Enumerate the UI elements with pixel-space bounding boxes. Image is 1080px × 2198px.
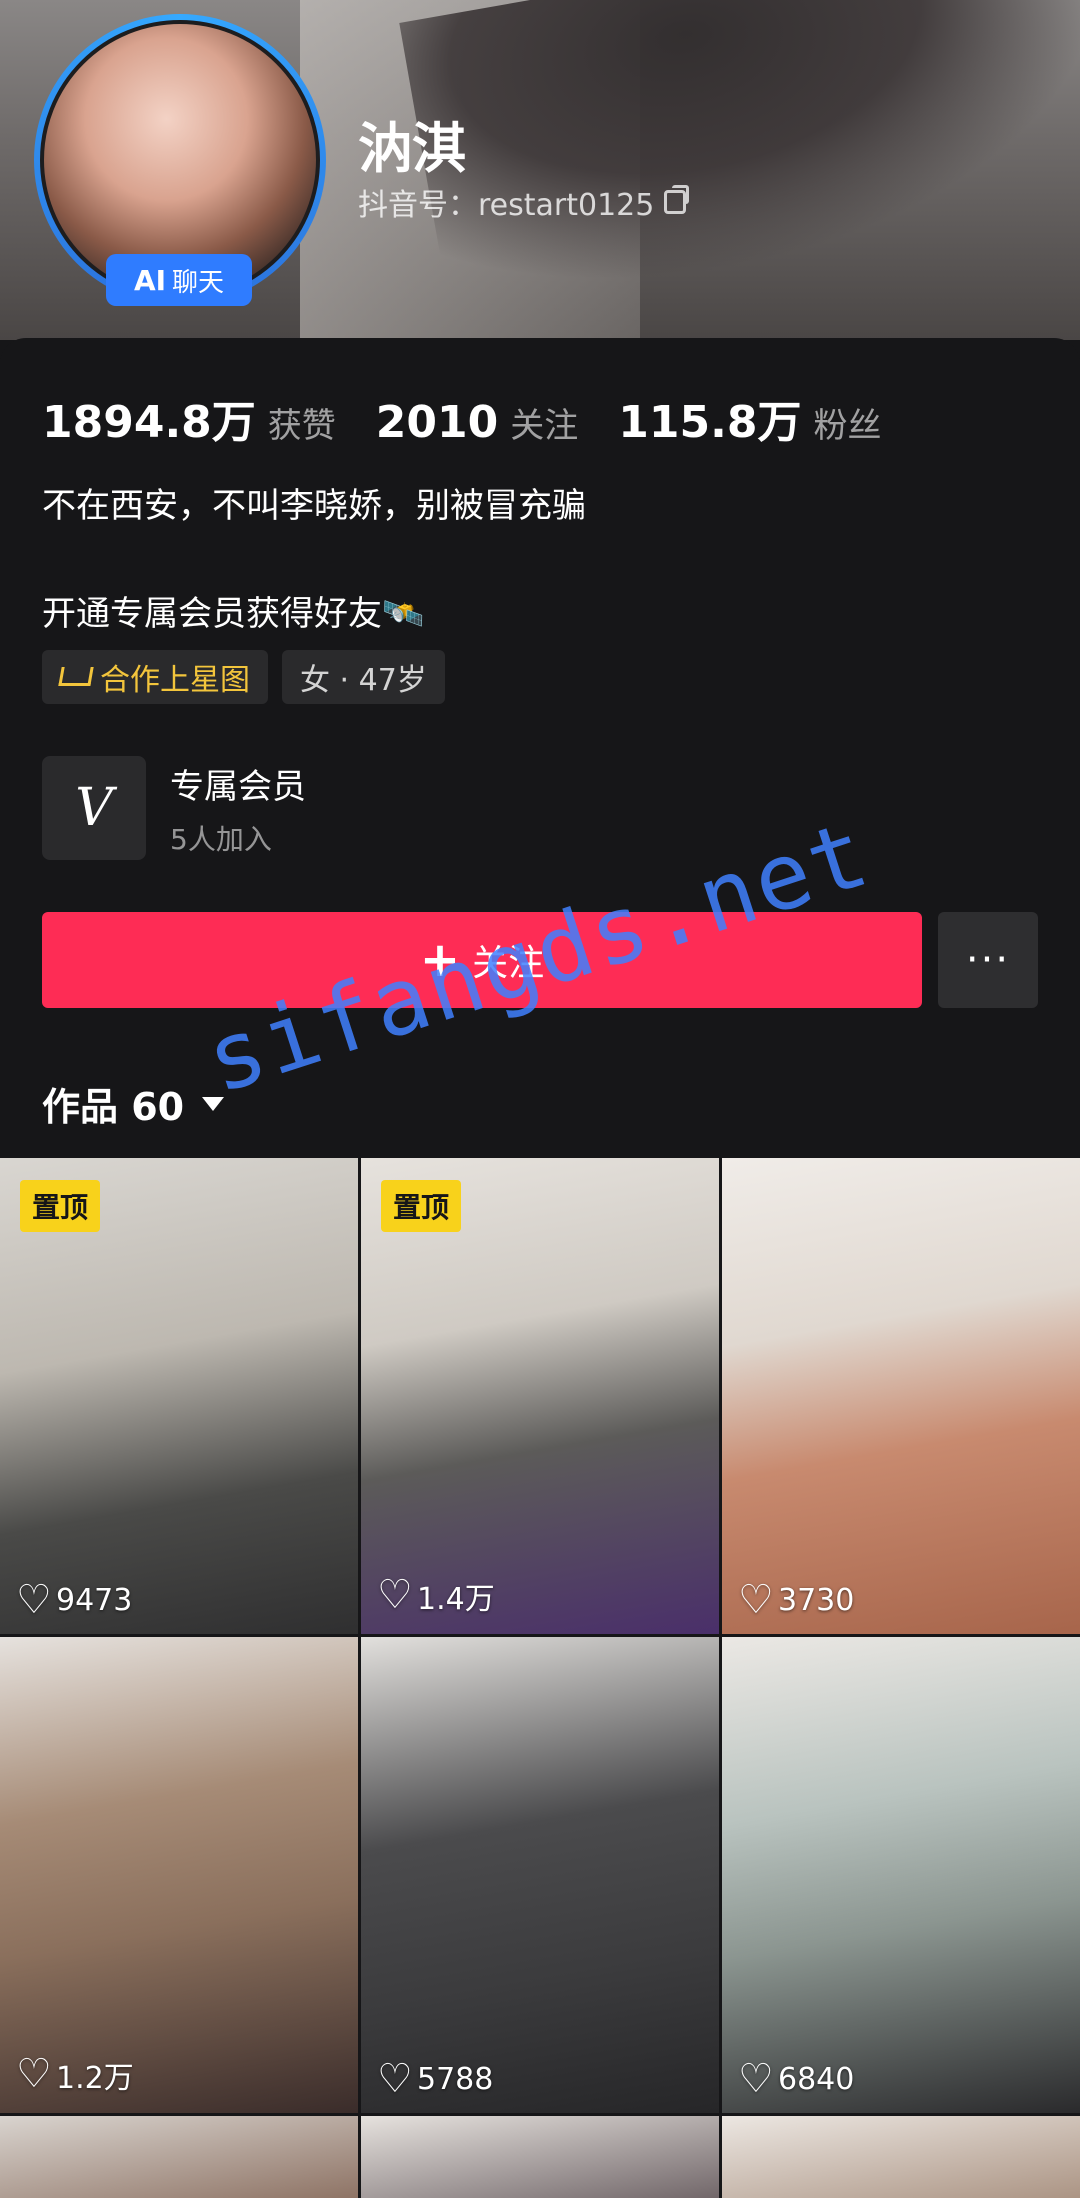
membership-title: 专属会员 [170,766,306,807]
membership-subtitle: 5人加入 [170,822,272,856]
video-tile[interactable] [722,2116,1080,2198]
stat-followers-label: 粉丝 [813,406,882,446]
heart-icon [377,1572,413,1618]
star-map-tag-label: 合作上星图 [100,663,250,698]
video-tile[interactable]: 置顶 1.4万 [361,1158,719,1634]
bio-line-1: 不在西安，不叫李晓娇，别被冒充骗 [42,486,586,526]
like-count: 1.4万 [377,1572,495,1618]
membership-text: 专属会员 5人加入 [170,759,306,858]
stat-following-value: 2010 [375,397,499,448]
pinned-badge: 置顶 [381,1180,462,1232]
like-count: 1.2万 [16,2051,134,2097]
follow-button[interactable]: + 关注 [42,912,922,1008]
like-count-value: 9473 [56,1583,133,1618]
stat-likes[interactable]: 1894.8万 获赞 [42,386,336,450]
douyin-id-row[interactable]: 抖音号：restart0125 [358,180,690,224]
stat-likes-label: 获赞 [267,406,336,446]
heart-icon [16,1577,52,1623]
tags-row: 合作上星图 女 · 47岁 [42,650,445,704]
stat-followers[interactable]: 115.8万 粉丝 [618,386,881,450]
video-tile[interactable] [361,2116,719,2198]
copy-icon[interactable] [664,185,690,214]
like-count-value: 1.4万 [417,1582,495,1617]
heart-icon [738,1577,774,1623]
membership-entry[interactable]: V 专属会员 5人加入 [42,756,306,860]
ai-badge-text: 聊天 [172,267,225,298]
ai-chat-badge[interactable]: AI 聊天 [106,254,252,306]
video-tile[interactable]: 5788 [361,1637,719,2113]
membership-v-icon: V [42,756,146,860]
nickname: 汭淇 [358,117,466,180]
video-tile[interactable]: 置顶 9473 [0,1158,358,1634]
like-count: 9473 [16,1577,133,1623]
video-tile[interactable]: 1.2万 [0,1637,358,2113]
video-tile[interactable]: 3730 [722,1158,1080,1634]
like-count-value: 6840 [778,2062,855,2097]
like-count: 5788 [377,2056,494,2102]
like-count-value: 5788 [417,2062,494,2097]
caret-down-icon [202,1096,225,1111]
heart-icon [16,2051,52,2097]
heart-icon [738,2056,774,2102]
tab-works-label: 作品 60 [42,1085,185,1129]
gender-age-tag: 女 · 47岁 [282,650,445,704]
profile-panel: 1894.8万 获赞 2010 关注 115.8万 粉丝 不在西安，不叫李晓娇，… [0,338,1080,1158]
like-count-value: 1.2万 [56,2061,134,2096]
stat-followers-value: 115.8万 [618,397,802,448]
douyin-id: 抖音号：restart0125 [358,188,655,223]
gender-age-label: 女 · 47岁 [300,663,427,698]
video-grid: 置顶 9473 置顶 1.4万 3730 1.2万 5788 68 [0,1158,1080,2198]
bio-line-2: 开通专属会员获得好友🛰️ [42,594,425,634]
banner-image [399,0,1080,319]
follow-button-label: 关注 [472,943,545,984]
stat-following[interactable]: 2010 关注 [376,397,578,448]
heart-icon [377,2056,413,2102]
crown-icon [60,665,90,689]
video-tile[interactable]: 6840 [722,1637,1080,2113]
stats-row: 1894.8万 获赞 2010 关注 115.8万 粉丝 [42,386,881,450]
ai-badge-ai: AI [133,263,167,297]
like-count: 3730 [738,1577,855,1623]
plus-icon: + [419,932,461,988]
like-count-value: 3730 [778,1583,855,1618]
pinned-badge: 置顶 [20,1180,101,1232]
tab-works[interactable]: 作品 60 [42,1076,225,1131]
more-button[interactable]: ··· [938,912,1038,1008]
stat-following-label: 关注 [510,406,579,446]
video-tile[interactable] [0,2116,358,2198]
like-count: 6840 [738,2056,855,2102]
stat-likes-value: 1894.8万 [42,397,256,448]
star-map-tag[interactable]: 合作上星图 [42,650,268,704]
